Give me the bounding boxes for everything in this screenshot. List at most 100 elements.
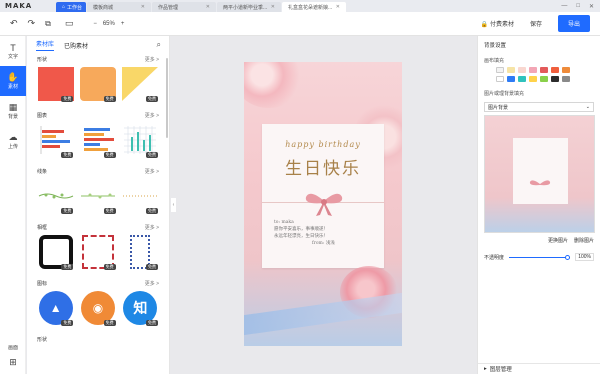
flower-decoration [244,62,304,108]
chart-thumb[interactable]: 免费 [122,121,159,159]
rail-item-background[interactable]: ▦ 背景 [0,96,26,126]
panel-scrollbar[interactable] [166,58,168,138]
tab-template-mall[interactable]: 模板商城 ✕ [87,2,151,12]
window-tabs: ⌂ 工作台 模板商城 ✕ 作品管理 ✕ 两平小道新毕业季... ✕ 礼盒盒花朵遮… [56,0,347,12]
color-swatch[interactable] [529,76,537,82]
export-button[interactable]: 导出 [557,15,590,32]
tab-doc-2[interactable]: 礼盒盒花朵遮新娘... ✕ [282,2,346,12]
background-settings-panel: 背景设置 画布填充 图片或理背景填充 图片背景 ⌄ 更换图片 删除图片 不透明度… [477,36,600,374]
toolbar: ↶ ↷ ⧉ ▭ − 65% + 🔒 付费素材 保存 导出 [0,12,600,36]
fill-type-select[interactable]: 图片背景 ⌄ [484,102,594,112]
line-thumb[interactable]: 免费 [37,177,74,215]
rail-item-material[interactable]: ✋ 素材 [0,66,26,96]
frame-thumb[interactable]: 免费 [37,233,74,271]
chevron-right-icon: ▸ [484,366,487,372]
shape-thumb[interactable]: 免费 [37,65,74,103]
color-swatch[interactable] [562,67,570,73]
chart-thumb[interactable]: 免费 [79,121,116,159]
image-fill-label: 图片或理背景填充 [484,91,525,97]
zoom-value[interactable]: 65% [103,21,115,27]
poster-canvas[interactable]: happy birthday 生日快乐 to: maka 愿你平安喜乐，事事顺遂… [244,62,402,346]
color-swatch[interactable] [518,76,526,82]
close-window-icon[interactable]: ✕ [589,3,594,10]
close-icon[interactable]: ✕ [141,4,145,10]
color-swatch[interactable] [562,76,570,82]
maximize-icon[interactable]: □ [576,3,580,10]
screen-icon[interactable]: ▭ [65,18,74,29]
color-swatch[interactable] [496,67,504,73]
more-link[interactable]: 更多 > [145,280,159,287]
tab-works[interactable]: 作品管理 ✕ [152,2,216,12]
color-swatch[interactable] [529,67,537,73]
grid-icon[interactable]: ⊞ [9,357,17,368]
frame-thumb[interactable]: 免费 [79,233,116,271]
line-thumb[interactable]: 免费 [79,177,116,215]
rail-item-text[interactable]: T 文字 [0,36,26,66]
rail-item-canvas[interactable]: 画面 [8,344,18,351]
text-icon: T [10,42,16,53]
change-image-button[interactable]: 更换图片 [548,237,568,244]
color-swatch[interactable] [540,67,548,73]
more-link[interactable]: 更多 > [145,224,159,231]
more-link[interactable]: 更多 > [145,112,159,119]
frame-thumb[interactable]: 免费 [122,233,159,271]
preview-card [513,138,568,204]
color-swatch[interactable] [518,67,526,73]
tab-doc-1[interactable]: 两平小道新毕业季... ✕ [217,2,281,12]
layer-management[interactable]: ▸ 图层管理 [478,363,600,374]
section-header: 形状 [37,337,48,343]
panel-title: 背景设置 [484,43,507,49]
delete-image-button[interactable]: 删除图片 [574,237,594,244]
upload-icon: ☁ [8,132,18,142]
birthday-title[interactable]: 生日快乐 [244,154,402,179]
line-thumb[interactable]: 免费 [122,177,159,215]
opacity-input[interactable]: 100% [575,253,594,261]
icon-thumb[interactable]: ◉ 免费 [79,289,116,327]
zoom-in-button[interactable]: + [121,21,125,27]
section-header: 形状 更多 > [37,56,159,63]
close-icon[interactable]: ✕ [336,4,340,10]
ribbon-decoration [244,292,402,336]
shape-thumb[interactable]: 免费 [122,65,159,103]
rail-item-upload[interactable]: ☁ 上传 [0,126,26,156]
collapse-panel-button[interactable]: ‹ [171,198,176,212]
search-icon[interactable]: ⌕ [157,40,161,50]
paid-material-button[interactable]: 🔒 付费素材 [481,19,514,28]
color-swatches [478,67,600,82]
color-swatch[interactable] [551,67,559,73]
opacity-slider[interactable] [509,254,571,260]
zoom-out-button[interactable]: − [93,21,97,27]
close-icon[interactable]: ✕ [206,4,210,10]
undo-icon[interactable]: ↶ [10,18,18,29]
color-swatch[interactable] [496,76,504,82]
more-link[interactable]: 更多 > [145,56,159,63]
bow-icon [529,180,551,186]
section-header: 图标 更多 > [37,280,159,287]
color-swatch[interactable] [540,76,548,82]
color-swatch[interactable] [551,76,559,82]
zoom-control: − 65% + [93,21,124,27]
minimize-icon[interactable]: — [561,3,567,10]
slider-knob[interactable] [565,254,571,260]
greeting-message[interactable]: to: maka 愿你平安喜乐，事事顺遂！ 永远年轻漂亮，生日快乐！ from:… [274,219,335,247]
shape-thumb[interactable]: 免费 [79,65,116,103]
chart-thumb[interactable]: 免费 [37,121,74,159]
bow-icon[interactable] [304,189,344,217]
tab-purchased[interactable]: 已购素材 [64,41,88,50]
tab-material-library[interactable]: 素材库 [36,39,55,51]
color-swatch[interactable] [507,76,515,82]
happy-birthday-text[interactable]: happy birthday [244,140,402,149]
redo-icon[interactable]: ↷ [28,18,36,29]
close-icon[interactable]: ✕ [271,4,275,10]
save-button[interactable]: 保存 [522,16,550,31]
lock-icon: 🔒 [480,22,489,28]
color-swatch[interactable] [507,67,515,73]
more-link[interactable]: 更多 > [145,168,159,175]
background-preview[interactable] [484,115,595,233]
tab-workbench[interactable]: ⌂ 工作台 [56,2,86,12]
left-rail: T 文字 ✋ 素材 ▦ 背景 ☁ 上传 画面 ⊞ [0,36,26,374]
icon-thumb[interactable]: 知免费 [122,289,159,327]
background-icon: ▦ [8,102,18,112]
copy-icon[interactable]: ⧉ [45,19,51,29]
icon-thumb[interactable]: ▲ 免费 [37,289,74,327]
